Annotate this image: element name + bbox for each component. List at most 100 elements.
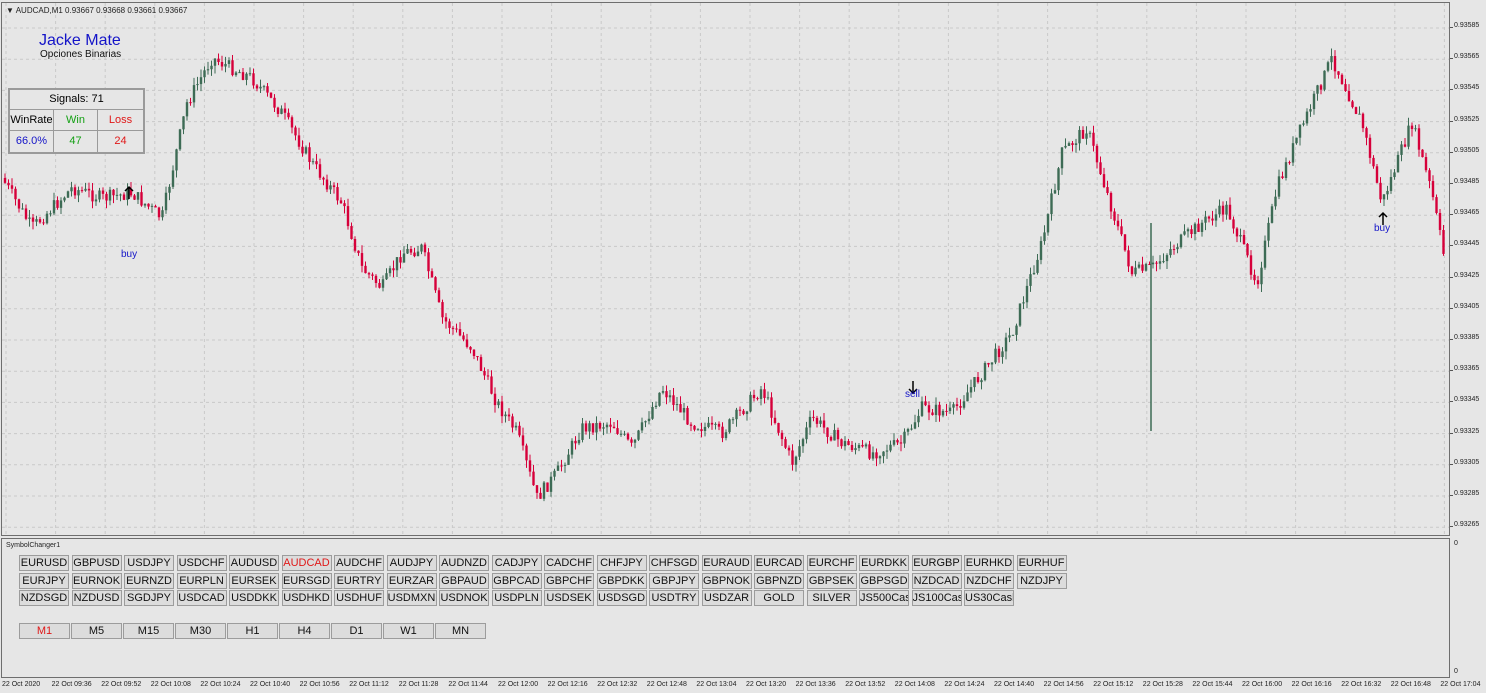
symbol-button-audjpy[interactable]: AUDJPY xyxy=(386,555,437,571)
symbol-button-eurnok[interactable]: EURNOK xyxy=(71,573,122,589)
symbol-button-nzdusd[interactable]: NZDUSD xyxy=(71,590,122,606)
symbol-button-gbpcad[interactable]: GBPCAD xyxy=(491,573,542,589)
candle-body xyxy=(325,179,329,190)
candle-body xyxy=(1305,111,1309,124)
symbol-button-usdhkd[interactable]: USDHKD xyxy=(281,590,332,606)
symbol-button-usdchf[interactable]: USDCHF xyxy=(176,555,227,571)
symbol-button-gbpusd[interactable]: GBPUSD xyxy=(71,555,122,571)
candle-body xyxy=(1060,147,1064,169)
symbol-button-eurpln[interactable]: EURPLN xyxy=(176,573,227,589)
symbol-button-silver[interactable]: SILVER xyxy=(806,590,857,606)
symbol-button-eurdkk[interactable]: EURDKK xyxy=(859,555,909,571)
candle-body xyxy=(287,112,290,118)
symbol-button-eurjpy[interactable]: EURJPY xyxy=(19,573,69,589)
symbol-button-nzdjpy[interactable]: NZDJPY xyxy=(1016,573,1067,589)
time-label: 22 Oct 16:32 xyxy=(1341,681,1382,688)
symbol-button-usdsgd[interactable]: USDSGD xyxy=(596,590,647,606)
symbol-button-nzdchf[interactable]: NZDCHF xyxy=(964,573,1014,589)
candle-body xyxy=(213,58,217,66)
symbol-button-audnzd[interactable]: AUDNZD xyxy=(439,555,489,571)
symbol-button-gbpnok[interactable]: GBPNOK xyxy=(701,573,752,589)
symbol-button-us30cash[interactable]: US30Cash xyxy=(964,590,1014,606)
time-label: 22 Oct 16:00 xyxy=(1242,681,1283,688)
subwindow-axis-bottom: 0 xyxy=(1454,668,1458,675)
candle-body xyxy=(420,244,423,252)
candle-body xyxy=(987,362,990,365)
timeframe-button-m15[interactable]: M15 xyxy=(123,623,174,639)
symbol-button-usddkk[interactable]: USDDKK xyxy=(229,590,279,606)
symbol-button-gbpdkk[interactable]: GBPDKK xyxy=(596,573,647,589)
main-chart-window[interactable]: ▼ AUDCAD,M1 0.93667 0.93668 0.93661 0.93… xyxy=(1,2,1450,536)
symbol-button-gold[interactable]: GOLD xyxy=(754,590,804,606)
timeframe-button-h4[interactable]: H4 xyxy=(279,623,330,639)
symbol-button-eurnzd[interactable]: EURNZD xyxy=(124,573,174,589)
symbol-button-audusd[interactable]: AUDUSD xyxy=(229,555,279,571)
symbol-button-nzdcad[interactable]: NZDCAD xyxy=(911,573,962,589)
timeframe-button-d1[interactable]: D1 xyxy=(331,623,382,639)
symbol-button-sgdjpy[interactable]: SGDJPY xyxy=(124,590,174,606)
symbol-button-chfsgd[interactable]: CHFSGD xyxy=(649,555,699,571)
candlestick-chart[interactable] xyxy=(2,3,1449,535)
symbol-button-eurhkd[interactable]: EURHKD xyxy=(964,555,1014,571)
symbol-button-nzdsgd[interactable]: NZDSGD xyxy=(19,590,69,606)
timeframe-button-m30[interactable]: M30 xyxy=(175,623,226,639)
symbol-button-usdzar[interactable]: USDZAR xyxy=(701,590,752,606)
chart-menu-triangle-icon[interactable]: ▼ xyxy=(6,6,16,15)
candle-body xyxy=(1123,234,1127,251)
time-axis[interactable]: 22 Oct 2020 22 Oct 09:36 22 Oct 09:52 22 Oc… xyxy=(0,678,1486,693)
symbol-button-eurtry[interactable]: EURTRY xyxy=(334,573,384,589)
candle-body xyxy=(1410,125,1414,130)
candle-body xyxy=(651,407,654,419)
candle-body xyxy=(101,190,105,194)
symbol-button-usdhuf[interactable]: USDHUF xyxy=(334,590,384,606)
symbol-button-usdsek[interactable]: USDSEK xyxy=(544,590,594,606)
timeframe-button-h1[interactable]: H1 xyxy=(227,623,278,639)
symbol-button-gbpchf[interactable]: GBPCHF xyxy=(544,573,594,589)
symbol-button-eurzar[interactable]: EURZAR xyxy=(386,573,437,589)
symbol-button-js100cash[interactable]: JS100Cash xyxy=(911,590,962,606)
candle-body xyxy=(686,408,689,425)
symbol-button-usdcad[interactable]: USDCAD xyxy=(176,590,227,606)
symbol-button-gbpsek[interactable]: GBPSEK xyxy=(806,573,857,589)
candle-body xyxy=(203,70,206,78)
candle-body xyxy=(290,117,294,128)
symbol-button-audcad[interactable]: AUDCAD xyxy=(281,555,332,571)
symbol-button-gbpnzd[interactable]: GBPNZD xyxy=(754,573,804,589)
candle-body xyxy=(1092,132,1095,146)
symbol-button-cadjpy[interactable]: CADJPY xyxy=(491,555,542,571)
symbol-button-gbpsgd[interactable]: GBPSGD xyxy=(859,573,909,589)
time-label: 22 Oct 13:36 xyxy=(795,681,836,688)
candle-body xyxy=(745,411,749,415)
symbol-button-cadchf[interactable]: CADCHF xyxy=(544,555,594,571)
candle-body xyxy=(1393,172,1396,178)
symbol-button-usdmxn[interactable]: USDMXN xyxy=(386,590,437,606)
symbol-button-audchf[interactable]: AUDCHF xyxy=(334,555,384,571)
candle-body xyxy=(399,257,402,263)
symbol-button-usdnok[interactable]: USDNOK xyxy=(439,590,489,606)
symbol-button-eurgbp[interactable]: EURGBP xyxy=(911,555,962,571)
timeframe-button-mn[interactable]: MN xyxy=(435,623,486,639)
symbol-button-eursek[interactable]: EURSEK xyxy=(229,573,279,589)
symbol-button-chfjpy[interactable]: CHFJPY xyxy=(596,555,647,571)
candle-body xyxy=(1151,262,1155,265)
candle-body xyxy=(255,85,259,89)
candle-body xyxy=(612,426,616,429)
symbol-button-usdtry[interactable]: USDTRY xyxy=(649,590,699,606)
symbol-button-usdjpy[interactable]: USDJPY xyxy=(124,555,174,571)
timeframe-button-m5[interactable]: M5 xyxy=(71,623,122,639)
candle-body xyxy=(805,427,808,440)
time-label: 22 Oct 17:04 xyxy=(1440,681,1481,688)
symbol-button-usdpln[interactable]: USDPLN xyxy=(491,590,542,606)
symbol-button-eurcad[interactable]: EURCAD xyxy=(754,555,804,571)
price-axis[interactable]: 0.93585 0.93565 0.93545 0.93525 0.93505 0.934… xyxy=(1450,2,1486,536)
symbol-button-eurusd[interactable]: EURUSD xyxy=(19,555,69,571)
symbol-button-gbpjpy[interactable]: GBPJPY xyxy=(649,573,699,589)
timeframe-button-w1[interactable]: W1 xyxy=(383,623,434,639)
symbol-button-euraud[interactable]: EURAUD xyxy=(701,555,752,571)
symbol-button-eursgd[interactable]: EURSGD xyxy=(281,573,332,589)
timeframe-button-m1[interactable]: M1 xyxy=(19,623,70,639)
symbol-button-gbpaud[interactable]: GBPAUD xyxy=(439,573,489,589)
symbol-button-eurhuf[interactable]: EURHUF xyxy=(1016,555,1067,571)
symbol-button-js500cash[interactable]: JS500Cash xyxy=(859,590,909,606)
symbol-button-eurchf[interactable]: EURCHF xyxy=(806,555,857,571)
